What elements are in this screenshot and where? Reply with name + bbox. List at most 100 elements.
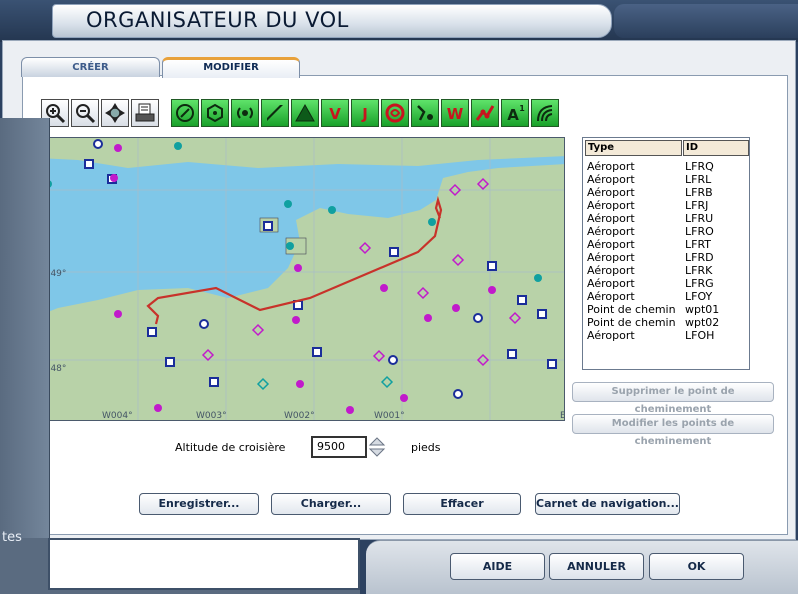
navlog-button[interactable]: Carnet de navigation... (535, 493, 680, 515)
list-item[interactable]: Aéroport LFOY (587, 290, 747, 303)
grid-label-w002: W002° (284, 411, 315, 421)
list-item-id: LFRQ (685, 160, 714, 173)
grid-label-w004: W004° (102, 411, 133, 421)
center-map-button[interactable] (101, 99, 129, 127)
modify-waypoints-button[interactable]: Modifier les points de cheminement (572, 414, 774, 447)
grid-label-e: E (560, 411, 565, 421)
center-icon (105, 103, 125, 123)
list-item[interactable]: Aéroport LFRJ (587, 199, 747, 212)
background-window-text: tes (2, 530, 22, 545)
list-item-id: LFRD (685, 251, 714, 264)
ils-icon (237, 107, 253, 119)
svg-text:V: V (329, 105, 341, 123)
restricted-airspace-button[interactable] (381, 99, 409, 127)
high-low-button[interactable] (471, 99, 499, 127)
help-button[interactable]: AIDE (450, 553, 545, 580)
title-bar-right (614, 4, 798, 38)
waypoint-list[interactable]: Type ID Aéroport LFRQ Aéroport LFRL Aéropo… (582, 137, 750, 370)
altitude-unit: pieds (411, 441, 441, 454)
list-item[interactable]: Aéroport LFRO (587, 225, 747, 238)
save-button[interactable]: Enregistrer... (139, 493, 259, 515)
restricted-icon (385, 103, 405, 123)
altitude-button[interactable]: A1 (501, 99, 529, 127)
svg-text:A: A (507, 106, 519, 124)
list-item-id: LFRG (685, 277, 714, 290)
altitude-spinner[interactable] (368, 436, 386, 458)
svg-text:W: W (447, 105, 464, 123)
intersection-filter-button[interactable] (291, 99, 319, 127)
list-item-id: LFRL (685, 173, 712, 186)
list-item[interactable]: Aéroport LFRT (587, 238, 747, 251)
list-item-id: LFRJ (685, 199, 709, 212)
cancel-button[interactable]: ANNULER (549, 553, 644, 580)
list-item[interactable]: Aéroport LFOH (587, 329, 747, 342)
list-item-id: LFRT (685, 238, 712, 251)
list-item-type: Aéroport (587, 277, 635, 290)
grid-label-w003: W003° (196, 411, 227, 421)
list-item[interactable]: Aéroport LFRK (587, 264, 747, 277)
list-item-type: Aéroport (587, 160, 635, 173)
list-item[interactable]: Aéroport LFRD (587, 251, 747, 264)
list-item-id: wpt02 (685, 316, 720, 329)
list-item[interactable]: Aéroport LFRL (587, 173, 747, 186)
list-item-id: wpt01 (685, 303, 720, 316)
vor-icon (176, 104, 194, 122)
vor-filter-button[interactable] (171, 99, 199, 127)
triangle-icon (295, 103, 315, 122)
zoom-out-button[interactable] (71, 99, 99, 127)
ndb-filter-button[interactable] (201, 99, 229, 127)
list-item[interactable]: Aéroport LFRG (587, 277, 747, 290)
list-item[interactable]: Aéroport LFRB (587, 186, 747, 199)
high-low-icon (475, 105, 495, 121)
delete-waypoint-button[interactable]: Supprimer le point de cheminement (572, 382, 774, 415)
list-item-id: LFOY (685, 290, 713, 303)
flight-map[interactable]: N049° N048° W004° W003° W002° W001° E (37, 137, 565, 421)
list-item-type: Aéroport (587, 238, 635, 251)
list-item-type: Point de chemin (587, 316, 676, 329)
altitude-input[interactable]: 9500 (311, 436, 367, 458)
list-header-id[interactable]: ID (683, 140, 749, 156)
svg-text:1: 1 (519, 104, 525, 113)
list-item[interactable]: Point de chemin wpt01 (587, 303, 747, 316)
clear-button[interactable]: Effacer (403, 493, 521, 515)
zoom-out-icon (76, 104, 96, 124)
list-item-type: Aéroport (587, 173, 635, 186)
list-header-type[interactable]: Type (585, 140, 682, 156)
print-icon (135, 103, 155, 122)
ok-button[interactable]: OK (649, 553, 744, 580)
ndb-icon (207, 103, 223, 123)
tab-modifier[interactable]: MODIFIER (162, 57, 300, 78)
victor-airway-button[interactable]: V (321, 99, 349, 127)
list-item-id: LFRU (685, 212, 714, 225)
list-item[interactable]: Point de chemin wpt02 (587, 316, 747, 329)
list-item-type: Aéroport (587, 186, 635, 199)
list-item-type: Aéroport (587, 264, 635, 277)
airway-button[interactable] (411, 99, 439, 127)
altitude-up-icon[interactable] (368, 437, 386, 446)
airport-icon (267, 105, 283, 121)
altitude-icon: A1 (507, 104, 525, 124)
vor-route-icon: V (329, 105, 341, 123)
grid-label-w001: W001° (374, 411, 405, 421)
list-item[interactable]: Aéroport LFRU (587, 212, 747, 225)
altitude-down-icon[interactable] (368, 448, 386, 457)
list-item-id: LFRK (685, 264, 713, 277)
ils-filter-button[interactable] (231, 99, 259, 127)
tab-creer[interactable]: CRÉER (21, 57, 160, 77)
list-item-type: Aéroport (587, 329, 635, 342)
waypoint-filter-button[interactable]: W (441, 99, 469, 127)
print-button[interactable] (131, 99, 159, 127)
background-window-field (48, 538, 360, 590)
waypoint-icon: W (447, 105, 464, 123)
load-button[interactable]: Charger... (271, 493, 391, 515)
airport-filter-button[interactable] (261, 99, 289, 127)
jet-route-icon: J (361, 105, 368, 123)
map-canvas[interactable]: N049° N048° W004° W003° W002° W001° E (38, 138, 565, 421)
jet-airway-button[interactable]: J (351, 99, 379, 127)
terrain-button[interactable] (531, 99, 559, 127)
list-item-id: LFRB (685, 186, 713, 199)
terrain-icon (537, 105, 553, 122)
list-item-type: Aéroport (587, 199, 635, 212)
list-item-id: LFRO (685, 225, 714, 238)
list-item[interactable]: Aéroport LFRQ (587, 160, 747, 173)
